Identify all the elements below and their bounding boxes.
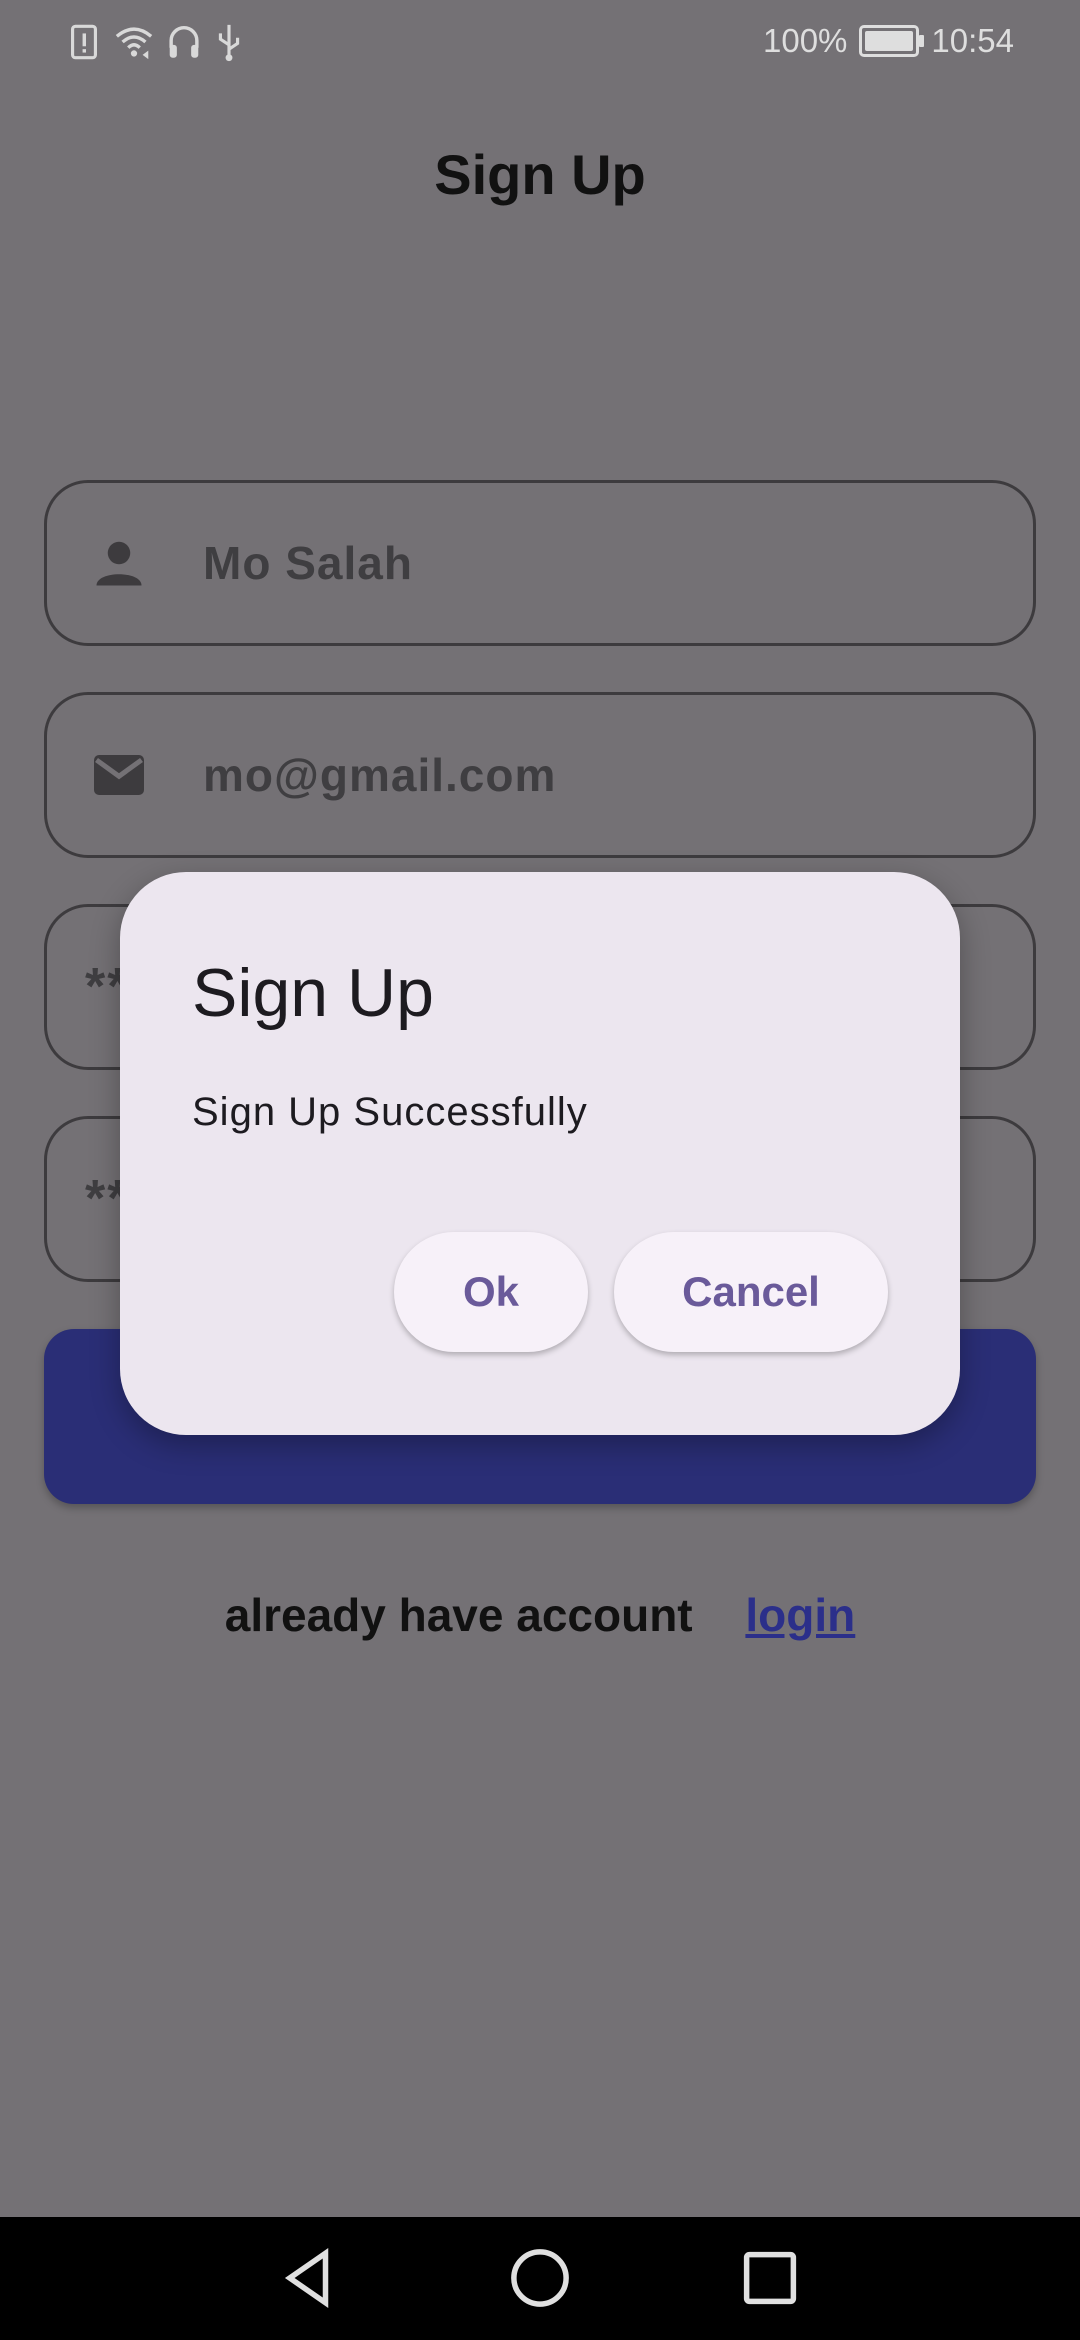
login-prompt: already have account login	[0, 1588, 1080, 1642]
email-value: mo@gmail.com	[203, 749, 557, 801]
status-right: 100% 10:54	[763, 22, 1014, 60]
name-value: Mo Salah	[203, 537, 413, 589]
name-field[interactable]: Mo Salah	[44, 480, 1036, 646]
home-icon[interactable]	[507, 2245, 573, 2311]
login-link[interactable]: login	[745, 1589, 855, 1641]
sign-up-dialog: Sign Up Sign Up Successfully Ok Cancel	[120, 872, 960, 1435]
cancel-button[interactable]: Cancel	[614, 1232, 888, 1352]
battery-percent: 100%	[763, 22, 848, 59]
recents-icon[interactable]	[737, 2245, 803, 2311]
back-icon[interactable]	[276, 2245, 342, 2311]
login-prompt-text: already have account	[224, 1589, 693, 1641]
person-icon	[96, 541, 142, 586]
clock: 10:54	[931, 22, 1014, 59]
wifi-icon	[115, 27, 153, 60]
battery-icon	[859, 25, 925, 57]
dialog-message: Sign Up Successfully	[192, 1090, 588, 1134]
status-icons	[66, 22, 244, 62]
headphones-icon	[169, 26, 199, 58]
usb-icon	[218, 24, 240, 62]
page-title: Sign Up	[434, 143, 646, 206]
dialog-title: Sign Up	[192, 955, 434, 1031]
ok-button[interactable]: Ok	[394, 1232, 588, 1352]
sim-alert-icon	[71, 24, 97, 60]
email-field[interactable]: mo@gmail.com	[44, 692, 1036, 858]
navigation-bar	[0, 2217, 1080, 2340]
status-bar: 100% 10:54	[0, 0, 1080, 90]
email-icon	[94, 755, 144, 795]
